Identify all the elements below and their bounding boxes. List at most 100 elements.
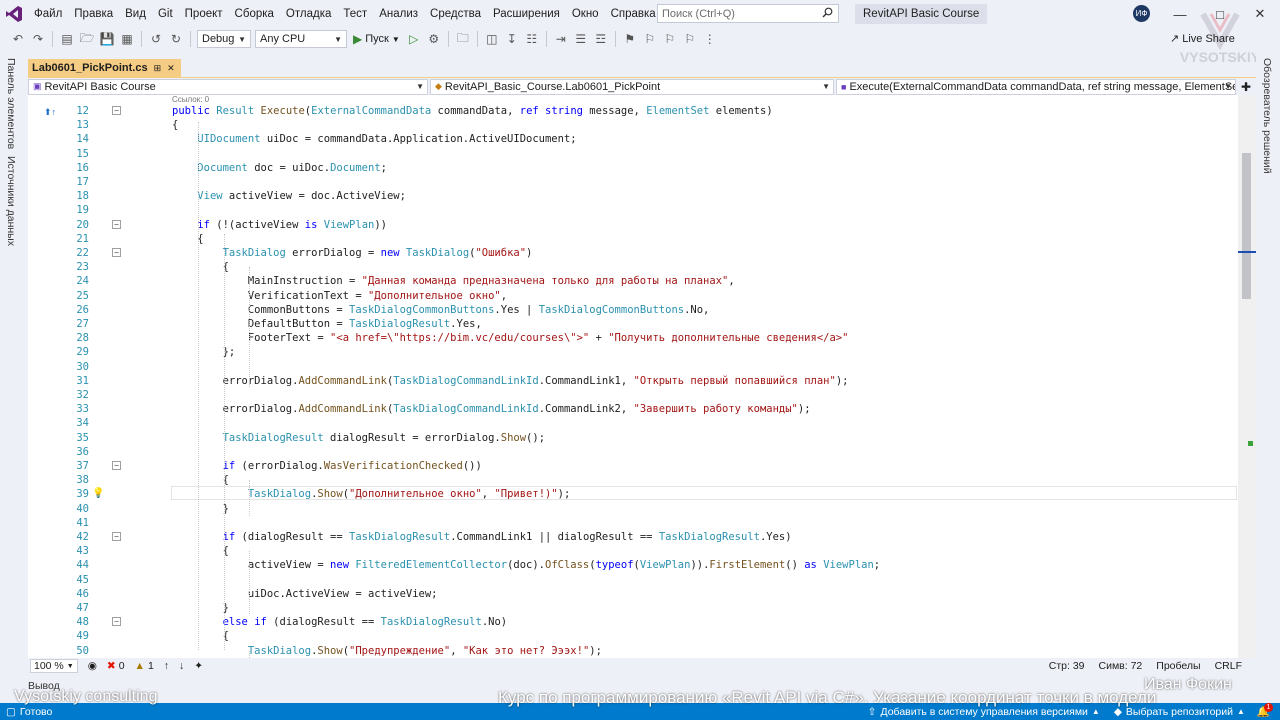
code-line[interactable]: 24 MainInstruction = "Данная команда пре… xyxy=(28,274,1238,288)
previous-issue-icon[interactable]: ↑ xyxy=(164,660,169,672)
code-line[interactable]: 20 if (!(activeView is ViewPlan)) − xyxy=(28,218,1238,232)
configuration-select[interactable]: Debug ▼ xyxy=(197,30,251,48)
code-line[interactable]: 18 View activeView = doc.ActiveView; xyxy=(28,189,1238,203)
code-line[interactable]: 27 DefaultButton = TaskDialogResult.Yes, xyxy=(28,317,1238,331)
collapse-icon[interactable]: − xyxy=(112,219,121,229)
search-input[interactable]: Поиск (Ctrl+Q) xyxy=(657,4,839,23)
code-line[interactable]: 36 xyxy=(28,445,1238,459)
indent-icon[interactable]: ⇥ xyxy=(552,30,570,48)
toolbox-tab[interactable]: Панель элементов xyxy=(5,58,17,149)
cursor-column[interactable]: Симв: 72 xyxy=(1099,660,1143,672)
data-sources-tab[interactable]: Источники данных xyxy=(5,156,17,246)
step-icon[interactable]: ↧ xyxy=(503,30,521,48)
menu-item[interactable]: Тест xyxy=(337,0,373,28)
collapse-icon[interactable]: − xyxy=(112,532,121,541)
menu-item[interactable]: Git xyxy=(152,0,179,28)
code-line[interactable]: 15 xyxy=(28,147,1238,161)
avatar[interactable]: ИФ xyxy=(1133,5,1150,22)
uncomment-icon[interactable]: ☲ xyxy=(592,30,610,48)
code-line[interactable]: 29 }; xyxy=(28,345,1238,359)
collapse-icon[interactable]: − xyxy=(112,617,121,627)
code-line[interactable]: 16 Document doc = uiDoc.Document; xyxy=(28,161,1238,175)
code-cleanup-icon[interactable]: ✦ xyxy=(194,660,203,672)
tab-lab0601-pickpoint[interactable]: Lab0601_PickPoint.cs ⊞ ✕ xyxy=(28,59,181,77)
new-project-icon[interactable]: ▤ xyxy=(58,30,76,48)
code-line[interactable]: 37 if (errorDialog.WasVerificationChecke… xyxy=(28,459,1238,473)
code-line[interactable]: 49 { xyxy=(28,629,1238,643)
code-line[interactable]: 12 public Result Execute(ExternalCommandD… xyxy=(28,104,1238,118)
split-editor-icon[interactable]: ✚ xyxy=(1238,80,1254,94)
code-line[interactable]: 25 VerificationText = "Дополнительное ок… xyxy=(28,289,1238,303)
format-icon[interactable]: ☷ xyxy=(523,30,541,48)
solution-explorer-tab[interactable]: Обозреватель решений xyxy=(1261,58,1273,174)
code-line[interactable]: 28 FooterText = "<a href=\"https://bim.v… xyxy=(28,331,1238,345)
code-line[interactable]: 40 } xyxy=(28,502,1238,516)
menu-item[interactable]: Правка xyxy=(68,0,119,28)
run-without-debug-icon[interactable]: ▷ xyxy=(405,30,423,48)
redo-icon[interactable]: ↻ xyxy=(167,30,185,48)
bookmark-next-icon[interactable]: ⚐ xyxy=(661,30,679,48)
code-line[interactable]: 44 activeView = new FilteredElementColle… xyxy=(28,558,1238,572)
bookmark-clear-icon[interactable]: ⚐ xyxy=(681,30,699,48)
code-editor[interactable]: ⬆↑ Ссылок: 0 12 public Result Execute(Ext… xyxy=(28,95,1256,658)
menu-item[interactable]: Средства xyxy=(424,0,487,28)
back-icon[interactable]: ↶ xyxy=(9,30,27,48)
errors-indicator[interactable]: ✖ 0 xyxy=(107,660,125,672)
menu-item[interactable]: Проект xyxy=(179,0,229,28)
cursor-line[interactable]: Стр: 39 xyxy=(1049,660,1085,672)
code-line[interactable]: 39 TaskDialog.Show("Дополнительное окно"… xyxy=(28,487,1238,501)
menu-item[interactable]: Сборка xyxy=(229,0,280,28)
toolbar-overflow-icon[interactable]: ⋮ xyxy=(701,30,719,48)
lightbulb-icon[interactable]: 💡 xyxy=(92,487,104,501)
hot-reload-icon[interactable]: ⚙ xyxy=(425,30,443,48)
layout-icon[interactable]: ◫ xyxy=(483,30,501,48)
collapse-icon[interactable]: − xyxy=(112,106,121,115)
line-endings[interactable]: CRLF xyxy=(1215,660,1242,672)
menu-item[interactable]: Отладка xyxy=(280,0,337,28)
code-line[interactable]: 23 { xyxy=(28,260,1238,274)
forward-icon[interactable]: ↷ xyxy=(29,30,47,48)
code-line[interactable]: 21 { xyxy=(28,232,1238,246)
platform-select[interactable]: Any CPU ▼ xyxy=(255,30,347,48)
collapse-icon[interactable]: − xyxy=(112,248,121,257)
menu-item[interactable]: Анализ xyxy=(373,0,424,28)
references-codelens[interactable]: Ссылок: 0 xyxy=(172,95,209,104)
code-line[interactable]: 33 errorDialog.AddCommandLink(TaskDialog… xyxy=(28,402,1238,416)
menu-item[interactable]: Справка xyxy=(605,0,662,28)
code-line[interactable]: 42 if (dialogResult == TaskDialogResult.… xyxy=(28,530,1238,544)
scrollbar-thumb[interactable] xyxy=(1242,153,1251,299)
code-line[interactable]: 14 UIDocument uiDoc = commandData.Applic… xyxy=(28,132,1238,146)
code-health-icon[interactable]: ◉ xyxy=(88,660,97,672)
vertical-scrollbar[interactable] xyxy=(1238,95,1256,658)
save-all-icon[interactable]: ▦ xyxy=(118,30,136,48)
close-icon[interactable]: ✕ xyxy=(167,63,175,74)
code-line[interactable]: 43 { xyxy=(28,544,1238,558)
bookmark-prev-icon[interactable]: ⚐ xyxy=(641,30,659,48)
save-icon[interactable]: 💾 xyxy=(98,30,116,48)
visual-studio-logo-icon[interactable] xyxy=(0,0,28,28)
run-button[interactable]: ▶ Пуск ▼ xyxy=(349,32,404,46)
open-folder-icon[interactable]: 🗁 xyxy=(78,30,96,48)
code-line[interactable]: 38 { xyxy=(28,473,1238,487)
project-dropdown[interactable]: ▣ RevitAPI Basic Course ▼ xyxy=(28,78,428,95)
code-line[interactable]: 17 xyxy=(28,175,1238,189)
code-line[interactable]: 47 } xyxy=(28,601,1238,615)
code-line[interactable]: 19 xyxy=(28,203,1238,217)
code-line[interactable]: 34 xyxy=(28,416,1238,430)
code-line[interactable]: 30 xyxy=(28,360,1238,374)
code-line[interactable]: 32 xyxy=(28,388,1238,402)
code-line[interactable]: 46 uiDoc.ActiveView = activeView; xyxy=(28,587,1238,601)
code-line[interactable]: 48 else if (dialogResult == TaskDialogRe… xyxy=(28,615,1238,629)
code-line[interactable]: 13 { xyxy=(28,118,1238,132)
menu-item[interactable]: Окно xyxy=(566,0,605,28)
comment-icon[interactable]: ☰ xyxy=(572,30,590,48)
menu-item[interactable]: Файл xyxy=(28,0,68,28)
code-line[interactable]: 45 xyxy=(28,573,1238,587)
member-dropdown[interactable]: ■ Execute(ExternalCommandData commandDat… xyxy=(836,78,1236,95)
zoom-select[interactable]: 100 % ▼ xyxy=(30,659,78,673)
code-line[interactable]: 50 TaskDialog.Show("Предупреждение", "Ка… xyxy=(28,644,1238,658)
notifications-icon[interactable]: 🔔 1 xyxy=(1257,703,1273,718)
indentation-mode[interactable]: Пробелы xyxy=(1156,660,1200,672)
code-line[interactable]: 41 xyxy=(28,516,1238,530)
next-issue-icon[interactable]: ↓ xyxy=(179,660,184,672)
